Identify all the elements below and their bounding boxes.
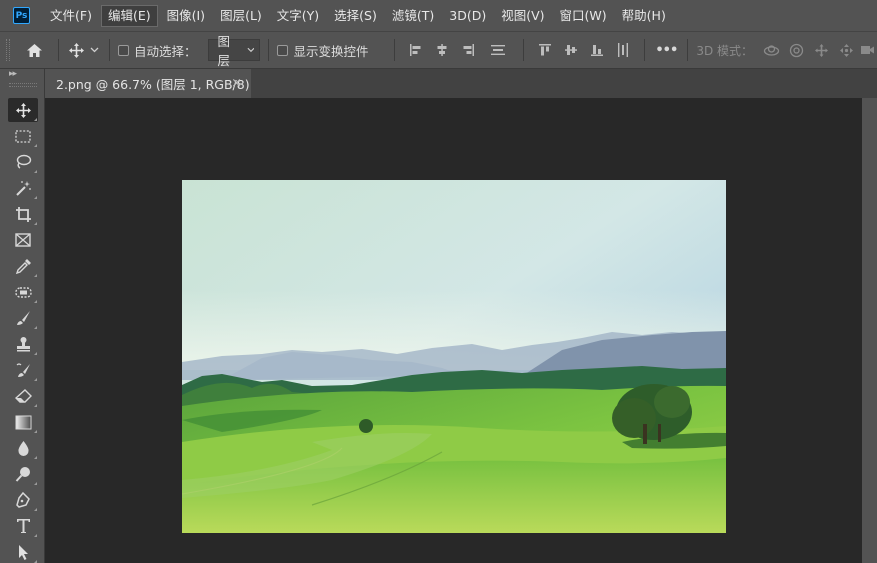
pen-tool-icon[interactable] bbox=[8, 488, 38, 512]
brush-tool-icon[interactable] bbox=[8, 306, 38, 330]
divider bbox=[644, 39, 646, 61]
align-vertical-centers-icon[interactable] bbox=[558, 43, 584, 57]
align-bottom-edges-icon[interactable] bbox=[584, 43, 610, 57]
dodge-tool-icon[interactable] bbox=[8, 462, 38, 486]
menu-type[interactable]: 文字(Y) bbox=[271, 5, 325, 27]
lasso-tool-icon[interactable] bbox=[8, 150, 38, 174]
menu-help[interactable]: 帮助(H) bbox=[616, 5, 672, 27]
menu-edit[interactable]: 编辑(E) bbox=[100, 4, 158, 27]
align-horizontal-centers-icon[interactable] bbox=[429, 43, 455, 57]
distribute-horizontal-icon[interactable] bbox=[610, 42, 636, 58]
menu-file[interactable]: 文件(F) bbox=[44, 5, 98, 27]
document-tab-strip: 2.png @ 66.7% (图层 1, RGB/8) × bbox=[45, 69, 877, 98]
type-tool-icon[interactable] bbox=[8, 514, 38, 538]
menu-window[interactable]: 窗口(W) bbox=[554, 5, 613, 27]
pan-3d-icon[interactable] bbox=[809, 43, 834, 58]
menu-select[interactable]: 选择(S) bbox=[328, 5, 383, 27]
document-tab[interactable]: 2.png @ 66.7% (图层 1, RGB/8) × bbox=[45, 69, 251, 98]
path-selection-tool-icon[interactable] bbox=[8, 540, 38, 563]
auto-select-label: 自动选择： bbox=[133, 43, 197, 59]
slide-3d-icon[interactable] bbox=[834, 43, 859, 58]
spot-healing-brush-tool-icon[interactable] bbox=[8, 280, 38, 304]
auto-select-checkbox[interactable] bbox=[117, 44, 129, 56]
divider bbox=[57, 39, 59, 61]
menu-image[interactable]: 图像(I) bbox=[161, 5, 211, 27]
chevron-down-icon bbox=[247, 47, 254, 53]
menu-layer[interactable]: 图层(L) bbox=[214, 5, 268, 27]
landscape-photo bbox=[182, 180, 726, 533]
home-icon[interactable] bbox=[20, 43, 50, 58]
frame-tool-icon[interactable] bbox=[8, 228, 38, 252]
document-canvas-image[interactable] bbox=[182, 180, 726, 533]
divider bbox=[523, 39, 525, 61]
right-panel-edge bbox=[862, 98, 877, 563]
magic-wand-tool-icon[interactable] bbox=[8, 176, 38, 200]
document-tab-title: 2.png @ 66.7% (图层 1, RGB/8) bbox=[56, 77, 250, 92]
auto-select-dropdown[interactable]: 图层 bbox=[208, 34, 261, 68]
menu-filter[interactable]: 滤镜(T) bbox=[386, 5, 440, 27]
align-right-edges-icon[interactable] bbox=[455, 43, 481, 57]
align-top-edges-icon[interactable] bbox=[532, 43, 558, 57]
roll-3d-icon[interactable] bbox=[784, 43, 809, 58]
divider bbox=[687, 39, 689, 61]
move-tool-preset-icon[interactable] bbox=[67, 42, 101, 59]
show-transform-checkbox[interactable] bbox=[277, 44, 289, 56]
gradient-tool-icon[interactable] bbox=[8, 410, 38, 434]
move-tool-icon[interactable] bbox=[8, 98, 38, 122]
photoshop-logo-icon[interactable]: Ps bbox=[13, 7, 30, 24]
close-icon[interactable]: × bbox=[231, 76, 242, 91]
options-bar-grip[interactable] bbox=[6, 39, 10, 61]
more-options-icon[interactable]: ••• bbox=[653, 43, 679, 58]
tools-panel-grip[interactable] bbox=[9, 83, 37, 87]
blur-tool-icon[interactable] bbox=[8, 436, 38, 460]
3d-mode-label: 3D 模式： bbox=[696, 43, 754, 58]
menu-view[interactable]: 视图(V) bbox=[495, 5, 550, 27]
orbit-3d-icon[interactable] bbox=[759, 43, 784, 58]
options-bar: 自动选择： 图层 显示变换控件 ••• 3D 模式： bbox=[0, 31, 877, 69]
divider bbox=[394, 39, 396, 61]
tools-panel: ▸▸ bbox=[0, 69, 45, 563]
clone-stamp-tool-icon[interactable] bbox=[8, 332, 38, 356]
camera-3d-icon[interactable] bbox=[859, 44, 877, 56]
eraser-tool-icon[interactable] bbox=[8, 384, 38, 408]
distribute-vertical-icon[interactable] bbox=[481, 44, 515, 56]
history-brush-tool-icon[interactable] bbox=[8, 358, 38, 382]
align-left-edges-icon[interactable] bbox=[403, 43, 429, 57]
crop-tool-icon[interactable] bbox=[8, 202, 38, 226]
collapse-panel-icon[interactable]: ▸▸ bbox=[9, 69, 17, 79]
eyedropper-tool-icon[interactable] bbox=[8, 254, 38, 278]
show-transform-label: 显示变换控件 bbox=[293, 43, 369, 59]
menu-bar: Ps 文件(F) 编辑(E) 图像(I) 图层(L) 文字(Y) 选择(S) 滤… bbox=[0, 0, 877, 31]
divider bbox=[268, 39, 270, 61]
auto-select-dropdown-value: 图层 bbox=[217, 34, 230, 68]
divider bbox=[108, 39, 110, 61]
menu-3d[interactable]: 3D(D) bbox=[443, 5, 492, 27]
rectangular-marquee-tool-icon[interactable] bbox=[8, 124, 38, 148]
